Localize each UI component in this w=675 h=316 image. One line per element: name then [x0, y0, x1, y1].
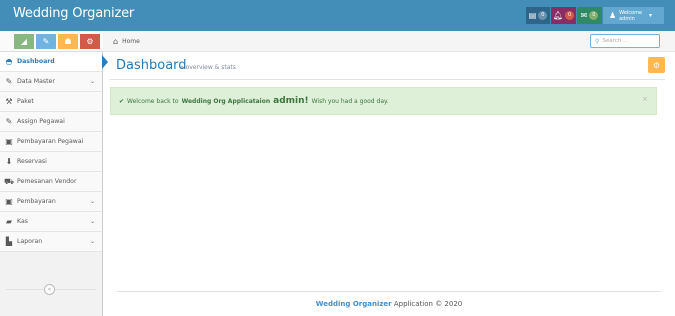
car-icon: ⛟	[4, 176, 15, 186]
brand-logo[interactable]: Wedding Organizer	[13, 6, 134, 21]
top-navbar: Wedding Organizer ▤ 0 🔔︎ 0 ✉ 0 ♟ Welcome…	[0, 0, 675, 31]
close-alert-button[interactable]: ×	[642, 95, 648, 103]
gavel-icon: ⚒	[5, 97, 13, 106]
sidebar-item-laporan[interactable]: ▙ Laporan ⌄	[0, 232, 102, 252]
breadcrumb: ⌂ Home	[113, 37, 140, 46]
user-welcome: Welcome admin	[619, 10, 642, 22]
chevron-down-icon: ⌄	[89, 238, 95, 245]
chevron-down-icon: ⌄	[89, 198, 95, 205]
sidebar-item-paket[interactable]: ⚒ Paket	[0, 92, 102, 112]
sidebar-item-label: Paket	[17, 98, 34, 105]
shortcut-cogs-button[interactable]: ⚙	[80, 34, 100, 49]
caret-down-icon: ▾	[649, 12, 653, 19]
notifications-count-badge: 0	[565, 11, 575, 20]
download-icon: ⬇	[5, 157, 13, 166]
money-icon: ▣	[5, 197, 13, 206]
search-icon: ⚲	[595, 37, 600, 45]
sidebar-item-label: Reservasi	[17, 158, 47, 165]
sidebar-item-assign-pegawai[interactable]: ✎ Assign Pegawai	[0, 112, 102, 132]
shortcut-pencil-button[interactable]: ✎	[36, 34, 56, 49]
footer-app-name: Wedding Organizer	[315, 300, 392, 308]
search-input[interactable]	[602, 38, 659, 44]
sidebar-item-reservasi[interactable]: ⬇ Reservasi	[0, 152, 102, 172]
chevron-down-icon: ⌄	[89, 218, 95, 225]
sidebar-item-label: Kas	[17, 218, 28, 225]
page-title: Dashboard	[116, 58, 187, 73]
sidebar: ◢ ✎ ☗ ⚙ ◓ Dashboard ✎ Data Master ⌄ ⚒ Paket ✎ As…	[0, 31, 103, 316]
user-name: admin	[619, 15, 635, 22]
sidebar-item-label: Assign Pegawai	[17, 118, 65, 125]
cogs-icon: ⚙	[86, 37, 94, 46]
alert-user-name: admin!	[273, 96, 309, 106]
sidebar-item-label: Pembayaran Pegawai	[17, 138, 84, 145]
envelope-icon: ✉	[580, 11, 588, 20]
collapse-sidebar-button[interactable]: «	[44, 284, 55, 295]
sidebar-item-pemesanan-vendor[interactable]: ⛟ Pemesanan Vendor	[0, 172, 102, 192]
footer: Wedding Organizer Application © 2020	[103, 300, 675, 308]
shortcut-users-button[interactable]: ☗	[58, 34, 78, 49]
users-icon: ☗	[64, 37, 72, 46]
sidebar-item-pembayaran[interactable]: ▣ Pembayaran ⌄	[0, 192, 102, 212]
divider	[117, 291, 661, 292]
messages-count-badge: 0	[589, 11, 599, 20]
alert-app-name: Wedding Org Applicataion	[181, 97, 271, 105]
money-icon: ▣	[5, 137, 13, 146]
sidebar-item-data-master[interactable]: ✎ Data Master ⌄	[0, 72, 102, 92]
alert-suffix: Wish you had a good day.	[311, 97, 389, 105]
check-icon: ✔	[119, 97, 125, 105]
user-menu-button[interactable]: ♟ Welcome admin ▾	[603, 7, 664, 24]
chevron-down-icon: ⌄	[89, 78, 95, 85]
sidebar-item-label: Pemesanan Vendor	[17, 178, 77, 185]
settings-button[interactable]: ⚙	[648, 57, 665, 73]
notifications-button[interactable]: 🔔︎ 0	[551, 7, 576, 24]
sidebar-item-pembayaran-pegawai[interactable]: ▣ Pembayaran Pegawai	[0, 132, 102, 152]
page-subtitle: » overview & stats	[180, 64, 236, 71]
sidebar-shortcuts: ◢ ✎ ☗ ⚙	[0, 31, 103, 52]
signal-icon: ◢	[20, 37, 28, 46]
search-box: ⚲	[590, 34, 660, 48]
sidebar-collapse: «	[0, 283, 102, 296]
home-icon: ⌂	[113, 37, 119, 46]
tasks-count-badge: 0	[538, 11, 548, 20]
sidebar-item-label: Laporan	[17, 238, 43, 245]
edit-icon: ✎	[5, 117, 13, 126]
edit-icon: ✎	[5, 77, 13, 86]
tasks-button[interactable]: ▤ 0	[526, 7, 550, 24]
sidebar-item-label: Dashboard	[17, 58, 55, 65]
sidebar-item-kas[interactable]: ▰ Kas ⌄	[0, 212, 102, 232]
welcome-alert: ✔ Welcome back to Wedding Org Applicatai…	[110, 87, 657, 115]
messages-button[interactable]: ✉ 0	[577, 7, 602, 24]
footer-text: Application © 2020	[393, 300, 463, 308]
sidebar-item-dashboard[interactable]: ◓ Dashboard	[0, 52, 102, 72]
user-icon: ♟	[609, 11, 617, 20]
envelope-icon: ▤	[528, 11, 537, 20]
double-angle-left-icon: «	[47, 286, 52, 293]
gear-icon: ⚙	[652, 60, 661, 70]
tachometer-icon: ◓	[5, 57, 13, 66]
folder-icon: ▰	[5, 217, 13, 226]
divider	[109, 79, 665, 80]
breadcrumb-bar: ⌂ Home ⚲	[103, 31, 675, 52]
file-icon: ▙	[5, 237, 13, 246]
alert-prefix: Welcome back to	[127, 97, 179, 105]
sidebar-item-label: Data Master	[17, 78, 55, 85]
shortcut-signal-button[interactable]: ◢	[14, 34, 34, 49]
bell-icon: 🔔︎	[552, 11, 564, 20]
sidebar-item-label: Pembayaran	[17, 198, 56, 205]
breadcrumb-home-link[interactable]: Home	[122, 38, 140, 45]
pencil-icon: ✎	[42, 37, 50, 46]
